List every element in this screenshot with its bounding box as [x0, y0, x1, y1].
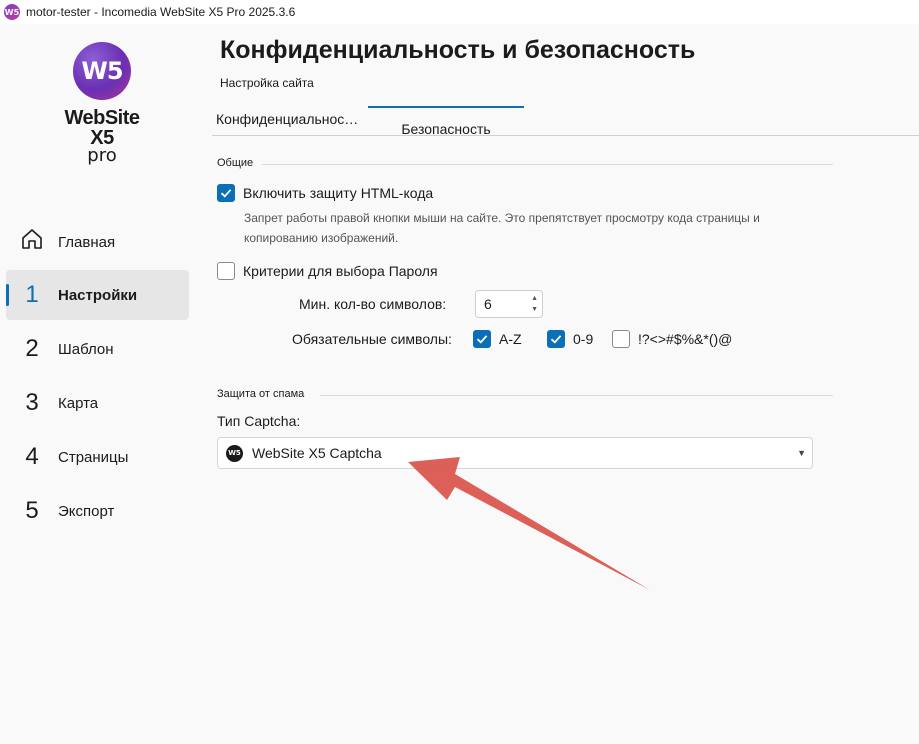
tab-privacy[interactable]: Конфиденциальнос…	[216, 104, 368, 134]
required-symbols-label: !?<>#$%&*()@	[638, 331, 733, 347]
sidebar-item-template[interactable]: 2 Шаблон	[6, 324, 189, 374]
page-subtitle: Настройка сайта	[220, 76, 314, 90]
required-digits-checkbox[interactable]: 0-9	[547, 330, 593, 348]
sidebar-item-label: Карта	[58, 394, 99, 412]
checkbox-checked-icon[interactable]	[217, 184, 235, 202]
tab-security[interactable]: Безопасность	[368, 106, 524, 144]
sidebar-item-pages[interactable]: 4 Страницы	[6, 432, 189, 482]
sidebar-item-number: 5	[25, 497, 39, 524]
required-symbols-checkbox[interactable]: !?<>#$%&*()@	[612, 330, 732, 348]
checkbox-unchecked-icon[interactable]	[217, 262, 235, 280]
sidebar-item-label: Экспорт	[58, 502, 115, 520]
password-criteria-label: Критерии для выбора Пароля	[243, 263, 438, 279]
sidebar-item-number: 4	[25, 443, 39, 470]
section-divider	[320, 395, 833, 396]
sidebar-item-number: 1	[25, 281, 39, 308]
required-az-checkbox[interactable]: A-Z	[473, 330, 522, 348]
checkbox-checked-icon[interactable]	[547, 330, 565, 348]
home-icon	[6, 226, 58, 259]
min-chars-value: 6	[484, 296, 492, 312]
logo-edition: pro	[87, 145, 117, 166]
captcha-type-select[interactable]: W5 WebSite X5 Captcha ▼	[217, 437, 813, 469]
sidebar-item-label: Главная	[58, 233, 116, 251]
sidebar-item-label: Шаблон	[58, 340, 114, 358]
section-spam-label: Защита от спама	[217, 388, 305, 400]
main-panel: Конфиденциальность и безопасность Настро…	[200, 24, 919, 744]
captcha-type-label: Тип Captcha:	[217, 413, 301, 429]
protect-html-label: Включить защиту HTML-кода	[243, 185, 434, 201]
sidebar-item-map[interactable]: 3 Карта	[6, 378, 189, 428]
app-logo: W5 WebSite X5 pro	[52, 42, 152, 166]
required-digits-label: 0-9	[573, 331, 594, 347]
sidebar-item-export[interactable]: 5 Экспорт	[6, 486, 189, 536]
protect-html-description: Запрет работы правой кнопки мыши на сайт…	[244, 211, 760, 245]
required-chars-label: Обязательные символы:	[292, 331, 452, 347]
required-az-label: A-Z	[499, 331, 522, 347]
sidebar-item-settings[interactable]: 1 Настройки	[6, 270, 189, 320]
sidebar-item-home[interactable]: Главная	[6, 217, 189, 267]
website-x5-logo-icon: W5	[226, 444, 243, 462]
chevron-down-icon[interactable]: ▼	[531, 306, 538, 313]
captcha-selected-value: WebSite X5 Captcha	[252, 445, 382, 461]
password-criteria-checkbox[interactable]: Критерии для выбора Пароля	[217, 262, 438, 280]
page-title: Конфиденциальность и безопасность	[220, 36, 696, 64]
sidebar: W5 WebSite X5 pro Главная 1 Настройки 2 …	[0, 24, 200, 744]
window-title: motor-tester - Incomedia WebSite X5 Pro …	[26, 5, 296, 19]
chevron-down-icon: ▼	[797, 448, 806, 458]
sidebar-item-number: 2	[25, 335, 39, 362]
min-chars-stepper[interactable]: 6 ▲ ▼	[475, 290, 543, 318]
section-general-label: Общие	[217, 157, 254, 169]
sidebar-item-number: 3	[25, 389, 39, 416]
logo-name: WebSite X5	[64, 107, 140, 149]
app-logo-icon: W5	[4, 4, 20, 20]
tab-bar: Конфиденциальнос… Безопасность	[212, 104, 919, 137]
protect-html-checkbox[interactable]: Включить защиту HTML-кода	[217, 184, 433, 202]
checkbox-checked-icon[interactable]	[473, 330, 491, 348]
logo-badge: W5	[73, 42, 131, 100]
sidebar-item-label: Страницы	[58, 448, 129, 466]
section-divider	[262, 164, 833, 165]
min-chars-label: Мин. кол-во символов:	[299, 296, 447, 312]
chevron-up-icon[interactable]: ▲	[531, 295, 538, 302]
checkbox-unchecked-icon[interactable]	[612, 330, 630, 348]
title-bar: W5 motor-tester - Incomedia WebSite X5 P…	[0, 0, 919, 24]
sidebar-item-label: Настройки	[58, 286, 138, 304]
